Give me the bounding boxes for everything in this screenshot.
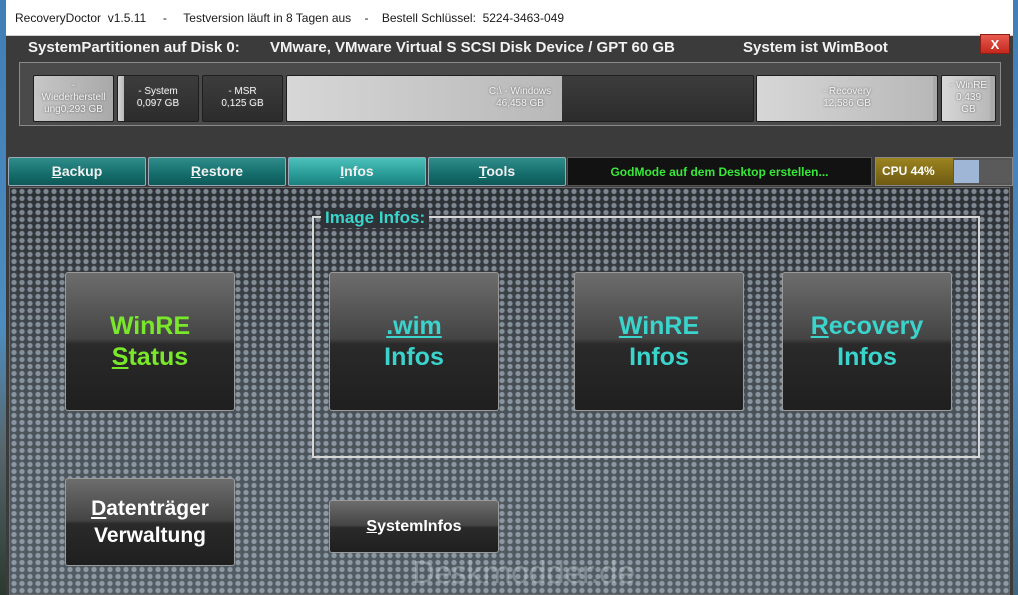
partition-size: 0,125 GB	[221, 98, 264, 109]
recovery-infos-button[interactable]: Recovery Infos	[782, 272, 952, 411]
app-window: RecoveryDoctor v1.5.11 - Testversion läu…	[6, 0, 1013, 595]
systeminfos-button[interactable]: SystemInfos	[329, 500, 499, 553]
button-label: WinRE	[109, 311, 191, 340]
cpu-meter: CPU 44%	[875, 157, 1013, 186]
partition-label: -	[71, 80, 76, 91]
disk-label: SystemPartitionen auf Disk 0:	[28, 39, 240, 56]
button-label: ystemInfos	[377, 518, 462, 535]
tab-backup[interactable]: Backup	[8, 157, 146, 186]
partition-msr[interactable]: - MSR 0,125 GB	[202, 75, 283, 122]
title-separator: -	[162, 11, 167, 25]
button-label: tatus	[128, 342, 189, 371]
trial-notice: Testversion läuft in 8 Tagen aus	[183, 11, 352, 25]
close-button[interactable]: X	[980, 34, 1010, 54]
tab-accelerator: R	[190, 163, 202, 179]
cpu-label: CPU 44%	[876, 158, 953, 185]
button-accelerator: S	[366, 518, 378, 535]
tab-accelerator: B	[51, 163, 62, 179]
partition-label: C:\ - Windows	[488, 86, 552, 97]
partition-size: ung0,293 GB	[44, 104, 103, 115]
button-accelerator: S	[111, 342, 129, 371]
button-label: atenträger	[106, 497, 209, 520]
disk-device: VMware, VMware Virtual S SCSI Disk Devic…	[270, 39, 675, 56]
button-label: Infos	[837, 342, 897, 371]
partition-bar: - Wiederherstell ung0,293 GB - System 0,…	[19, 62, 1001, 126]
button-label: Infos	[629, 342, 689, 371]
button-label: .wim	[386, 311, 442, 340]
button-label: inRE	[642, 311, 700, 340]
image-infos-label: Image Infos:	[321, 208, 430, 228]
partition-label: - MSR	[228, 86, 257, 97]
datentraeger-verwaltung-button[interactable]: Datenträger Verwaltung	[65, 478, 235, 566]
tab-tools[interactable]: Tools	[428, 157, 566, 186]
godmode-button[interactable]: GodMode auf dem Desktop erstellen...	[567, 157, 872, 186]
button-label: Verwaltung	[93, 524, 207, 547]
tab-label: ools	[486, 163, 516, 179]
partition-recovery-env[interactable]: - Wiederherstell ung0,293 GB	[33, 75, 114, 122]
button-label: Infos	[384, 342, 444, 371]
partition-label: - System	[138, 86, 178, 97]
partition-size: 12,586 GB	[823, 98, 871, 109]
partition-size: 0,097 GB	[136, 98, 180, 109]
button-accelerator: D	[91, 497, 107, 520]
partition-label: - Recovery	[822, 86, 872, 97]
partition-system[interactable]: - System 0,097 GB	[117, 75, 199, 122]
wim-infos-button[interactable]: .wim Infos	[329, 272, 499, 411]
app-name: RecoveryDoctor v1.5.11	[15, 11, 147, 25]
button-label: ecovery	[828, 311, 924, 340]
partition-size: 46,458 GB	[496, 98, 544, 109]
window-title: RecoveryDoctor v1.5.11 - Testversion läu…	[15, 11, 564, 25]
winre-status-button[interactable]: WinRE Status	[65, 272, 235, 411]
partition-winre[interactable]: - WinRE 0,439 GB	[941, 75, 996, 122]
winre-infos-button[interactable]: WinRE Infos	[574, 272, 744, 411]
tab-label: nfos	[344, 163, 374, 179]
tab-label: ackup	[61, 163, 103, 179]
title-bar: RecoveryDoctor v1.5.11 - Testversion läu…	[6, 0, 1013, 36]
partition-windows[interactable]: C:\ - Windows 46,458 GB	[286, 75, 754, 122]
partition-recovery[interactable]: - Recovery 12,586 GB	[756, 75, 938, 122]
partition-size: 0,439	[955, 92, 982, 103]
watermark-text: Deskmodder.de	[412, 556, 635, 591]
partition-size-unit: GB	[961, 104, 976, 115]
partition-label: - WinRE	[949, 80, 988, 91]
cpu-bar	[954, 160, 1011, 183]
tab-restore[interactable]: Restore	[148, 157, 286, 186]
partition-label: Wiederherstell	[41, 92, 106, 103]
button-accelerator: W	[618, 311, 643, 340]
main-panel: Image Infos: WinRE Status .wim Infos Win…	[9, 187, 1010, 595]
tab-infos[interactable]: Infos	[288, 157, 426, 186]
cpu-bar-fill	[954, 160, 980, 183]
order-key: Bestell Schlüssel: 5224-3463-049	[381, 11, 564, 25]
button-accelerator: R	[810, 311, 829, 340]
tab-label: estore	[201, 163, 244, 179]
wimboot-status: System ist WimBoot	[743, 39, 888, 56]
title-separator: -	[364, 11, 369, 25]
